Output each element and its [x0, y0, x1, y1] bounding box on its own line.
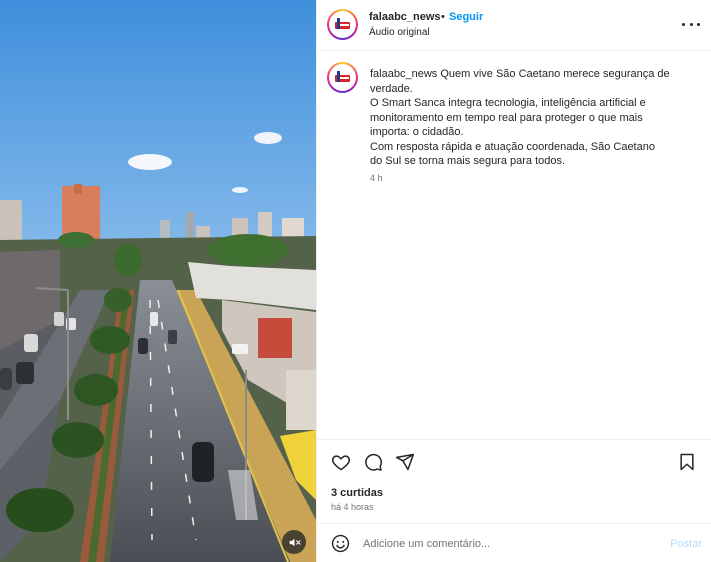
more-horizontal-icon[interactable] [682, 17, 700, 31]
avatar[interactable] [327, 9, 358, 40]
post-age[interactable]: há 4 horas [331, 502, 374, 512]
comment-bar: Postar [317, 523, 711, 562]
caption-line-1: falaabc_news Quem vive São Caetano merec… [370, 67, 670, 96]
mute-toggle-button[interactable] [282, 530, 306, 554]
send-icon[interactable] [395, 452, 415, 472]
comment-input[interactable] [363, 534, 623, 553]
speaker-muted-icon [289, 538, 300, 546]
falaabc-logo [331, 66, 354, 89]
comment-icon[interactable] [363, 452, 383, 472]
audio-label[interactable]: Áudio original [369, 27, 430, 38]
caption-text-2: O Smart Sanca integra tecnologia, inteli… [370, 97, 646, 138]
bookmark-icon[interactable] [677, 452, 697, 472]
falaabc-logo [331, 13, 354, 36]
emoji-icon[interactable] [331, 534, 350, 553]
instagram-post-view: falaabc_news • Seguir Áudio original fal… [0, 0, 711, 562]
avatar-frame [329, 11, 356, 38]
follow-button[interactable]: Seguir [449, 11, 483, 23]
post-video[interactable] [0, 0, 316, 562]
post-actions: 3 curtidas há 4 horas [317, 439, 711, 523]
like-count[interactable]: 3 curtidas [331, 487, 383, 499]
caption-avatar[interactable] [327, 62, 358, 93]
avatar-frame [329, 64, 356, 91]
separator-dot: • [441, 11, 445, 23]
post-details-panel: falaabc_news • Seguir Áudio original fal… [316, 0, 711, 562]
post-caption: falaabc_news Quem vive São Caetano merec… [370, 67, 670, 169]
city-street-aerial-image [0, 0, 316, 562]
post-comment-button[interactable]: Postar [670, 538, 702, 550]
post-author-username[interactable]: falaabc_news [369, 11, 441, 23]
heart-icon[interactable] [331, 452, 351, 472]
caption-text-3: Com resposta rápida e atuação coordenada… [370, 140, 655, 168]
caption-timestamp[interactable]: 4 h [370, 173, 383, 183]
caption-username[interactable]: falaabc_news [370, 68, 437, 80]
post-header: falaabc_news • Seguir Áudio original [317, 0, 711, 51]
